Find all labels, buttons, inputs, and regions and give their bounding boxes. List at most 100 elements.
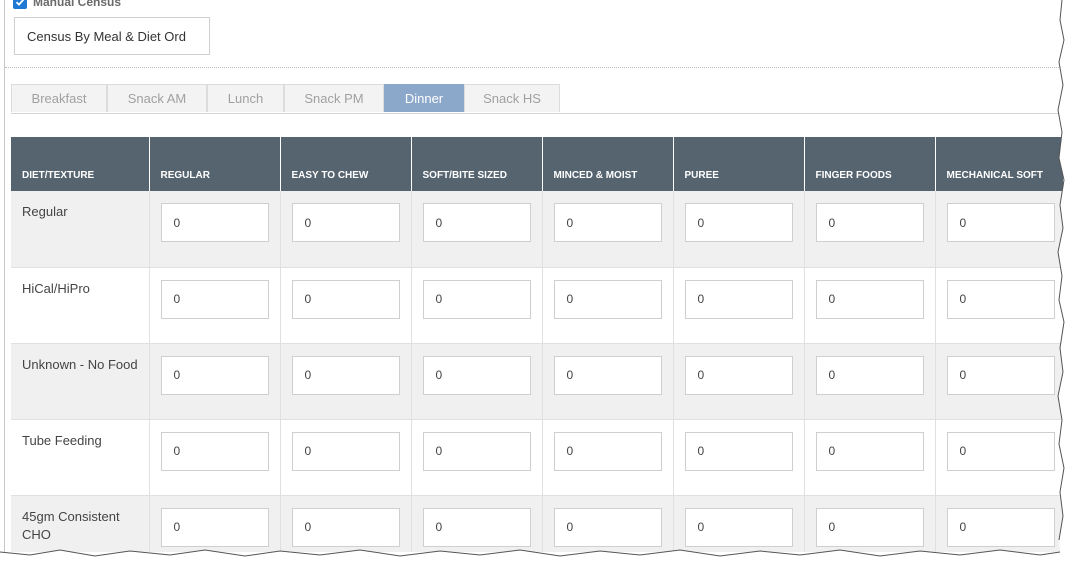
census-count-input[interactable] (422, 279, 531, 319)
column-header: SOFT/BITE SIZED (411, 137, 543, 191)
tab-snack-hs[interactable]: Snack HS (464, 84, 560, 112)
table-cell (804, 419, 936, 496)
census-count-input[interactable] (291, 507, 400, 547)
table-cell (280, 343, 412, 420)
tab-snack-am[interactable]: Snack AM (107, 84, 207, 112)
row-label-cell: Regular (11, 191, 150, 268)
census-count-input[interactable] (422, 355, 531, 395)
table-cell (673, 191, 805, 268)
table-cell (149, 191, 281, 268)
diet-label: Unknown - No Food (22, 356, 138, 372)
diet-label: HiCal/HiPro (22, 280, 90, 296)
census-count-input[interactable] (684, 203, 793, 242)
column-header: FINGER FOODS (804, 137, 936, 191)
census-table-wrap: DIET/TEXTURE REGULAR EASY TO CHEW SOFT/B… (11, 137, 1063, 552)
table-cell (149, 419, 281, 496)
table-cell (804, 267, 936, 344)
section-divider (5, 67, 1063, 68)
census-count-input[interactable] (291, 431, 400, 471)
column-header: MECHANICAL SOFT (935, 137, 1063, 191)
table-cell (411, 419, 543, 496)
checkmark-icon (15, 0, 25, 6)
table-cell (542, 495, 674, 552)
census-count-input[interactable] (291, 203, 400, 242)
tab-lunch[interactable]: Lunch (207, 84, 284, 112)
table-cell (804, 495, 936, 552)
torn-edge-right (1056, 0, 1070, 569)
census-count-input[interactable] (422, 431, 531, 471)
table-cell (149, 495, 281, 552)
column-header: EASY TO CHEW (280, 137, 412, 191)
census-count-input[interactable] (422, 203, 531, 242)
census-count-input[interactable] (160, 355, 269, 395)
census-count-input[interactable] (553, 355, 662, 395)
census-count-input[interactable] (946, 279, 1055, 319)
census-count-input[interactable] (684, 431, 793, 471)
table-cell (935, 191, 1063, 268)
table-cell (542, 267, 674, 344)
census-count-input[interactable] (291, 279, 400, 319)
table-cell (280, 267, 412, 344)
manual-census-checkbox[interactable] (13, 0, 27, 9)
census-count-input[interactable] (815, 431, 924, 471)
census-count-input[interactable] (160, 203, 269, 242)
table-cell (411, 267, 543, 344)
census-count-input[interactable] (553, 507, 662, 547)
column-header: DIET/TEXTURE (11, 137, 150, 191)
census-count-input[interactable] (815, 355, 924, 395)
table-cell (411, 495, 543, 552)
table-cell (673, 343, 805, 420)
census-count-input[interactable] (815, 203, 924, 242)
manual-census-label: Manual Census (33, 0, 122, 9)
torn-edge-bottom (0, 549, 1070, 569)
row-label-cell: Unknown - No Food (11, 343, 150, 420)
table-cell (935, 343, 1063, 420)
table-cell (673, 419, 805, 496)
census-count-input[interactable] (815, 507, 924, 547)
census-count-input[interactable] (684, 355, 793, 395)
census-count-input[interactable] (946, 431, 1055, 471)
column-header: REGULAR (149, 137, 281, 191)
table-row: 45gm Consistent CHO (11, 495, 1063, 552)
table-cell (673, 495, 805, 552)
table-cell (542, 343, 674, 420)
table-cell (542, 419, 674, 496)
census-count-input[interactable] (946, 507, 1055, 547)
table-cell (935, 495, 1063, 552)
census-count-input[interactable] (815, 279, 924, 319)
table-cell (935, 419, 1063, 496)
census-count-input[interactable] (160, 279, 269, 319)
table-cell (149, 267, 281, 344)
census-count-input[interactable] (160, 507, 269, 547)
table-cell (280, 495, 412, 552)
row-label-cell: HiCal/HiPro (11, 267, 150, 344)
column-header: MINCED & MOIST (542, 137, 674, 191)
census-count-input[interactable] (684, 507, 793, 547)
table-header-row: DIET/TEXTURE REGULAR EASY TO CHEW SOFT/B… (11, 137, 1063, 191)
tab-snack-pm[interactable]: Snack PM (284, 84, 384, 112)
table-cell (280, 419, 412, 496)
tab-dinner[interactable]: Dinner (384, 84, 464, 112)
diet-label: 45gm Consistent CHO (22, 508, 120, 542)
census-count-input[interactable] (291, 355, 400, 395)
census-by-meal-button[interactable]: Census By Meal & Diet Ord (14, 17, 210, 55)
census-count-input[interactable] (684, 279, 793, 319)
table-row: HiCal/HiPro (11, 267, 1063, 344)
table-cell (804, 191, 936, 268)
table-cell (411, 343, 543, 420)
census-count-input[interactable] (160, 431, 269, 471)
table-cell (149, 343, 281, 420)
census-count-input[interactable] (553, 203, 662, 242)
table-cell (673, 267, 805, 344)
census-count-input[interactable] (422, 507, 531, 547)
census-count-input[interactable] (553, 279, 662, 319)
census-count-input[interactable] (946, 355, 1055, 395)
table-cell (542, 191, 674, 268)
row-label-cell: 45gm Consistent CHO (11, 495, 150, 552)
census-count-input[interactable] (553, 431, 662, 471)
tab-breakfast[interactable]: Breakfast (11, 84, 107, 112)
table-row: Tube Feeding (11, 419, 1063, 496)
table-cell (804, 343, 936, 420)
table-cell (280, 191, 412, 268)
census-count-input[interactable] (946, 203, 1055, 242)
